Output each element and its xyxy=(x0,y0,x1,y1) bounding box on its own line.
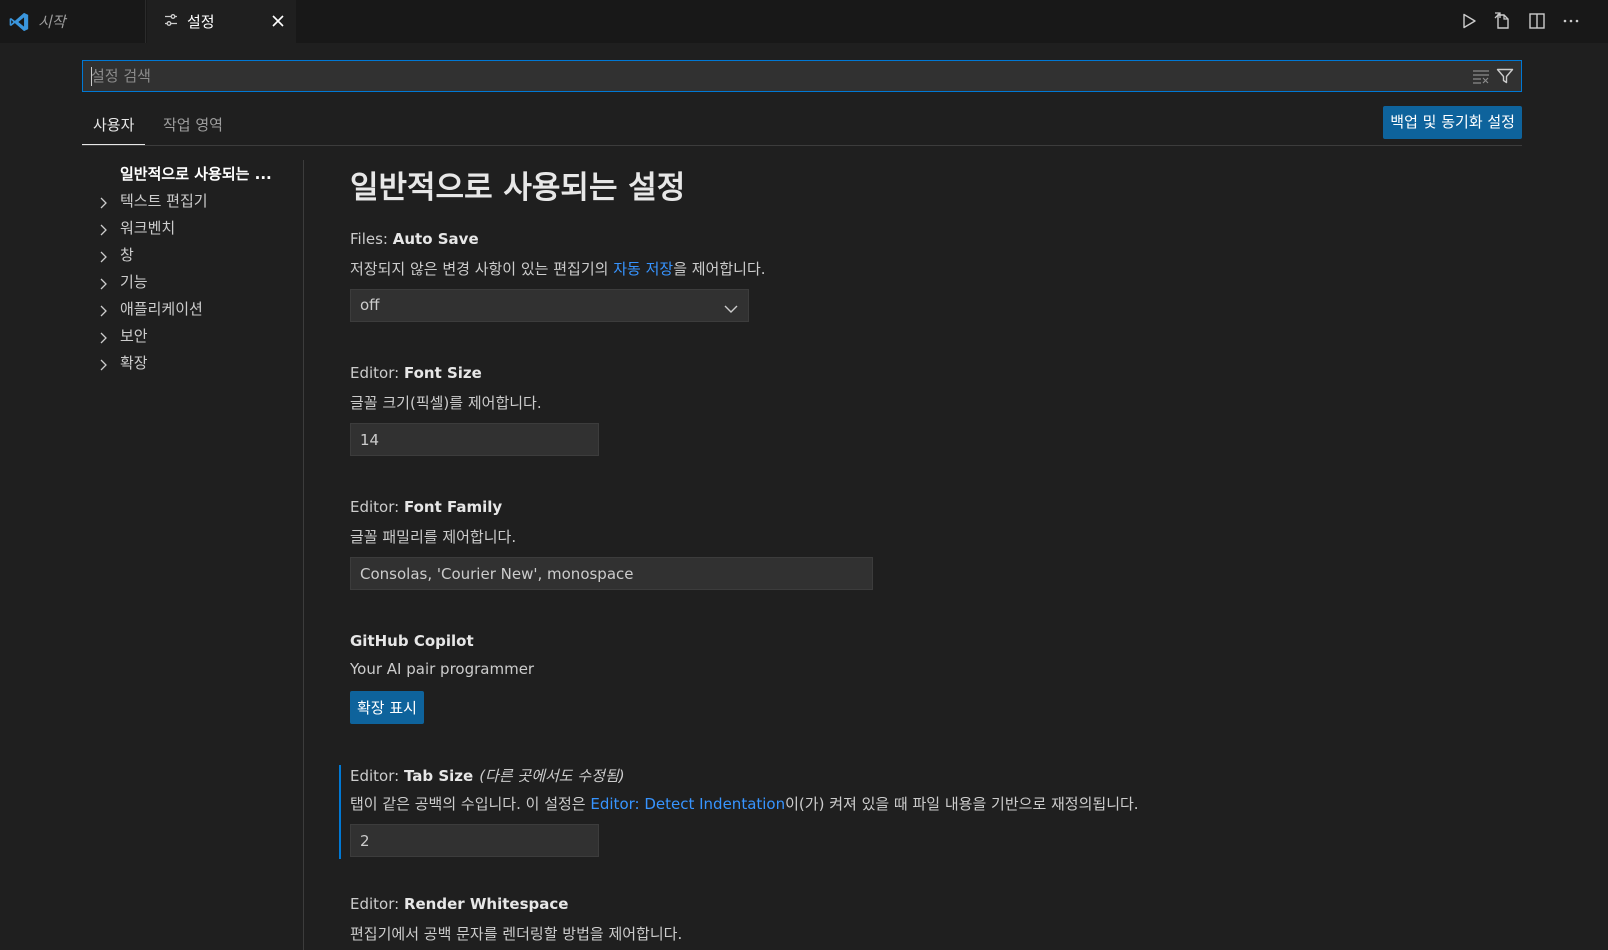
tab-workspace[interactable]: 작업 영역 xyxy=(152,114,234,145)
tab-start[interactable]: 시작 xyxy=(0,0,146,43)
settings-main: 일반적으로 사용되는 설정 Files: Auto Save 저장되지 않은 변… xyxy=(339,160,1580,950)
setting-category: Editor: xyxy=(350,364,404,382)
input-value: Consolas, 'Courier New', monospace xyxy=(360,565,634,583)
settings-scope-tabs: 사용자 작업 영역 백업 및 동기화 설정 xyxy=(82,106,1522,146)
setting-name: Auto Save xyxy=(392,230,479,248)
clear-search-icon[interactable] xyxy=(1472,68,1490,88)
chevron-right-icon xyxy=(98,330,108,344)
desc-text: 이(가) 켜져 있을 때 파일 내용을 기반으로 재정의됩니다. xyxy=(785,795,1139,813)
page-title: 일반적으로 사용되는 설정 xyxy=(350,170,686,206)
setting-title: Editor: Font Size xyxy=(350,364,1550,386)
setting-title: Files: Auto Save xyxy=(350,230,1550,252)
setting-title: Editor: Render Whitespace xyxy=(350,895,1550,917)
setting-name: GitHub Copilot xyxy=(350,632,474,650)
desc-text: 을 제어합니다. xyxy=(673,260,766,278)
auto-save-link[interactable]: 자동 저장 xyxy=(613,260,673,278)
detect-indentation-link[interactable]: Editor: Detect Indentation xyxy=(590,795,785,813)
toc-item-application[interactable]: 애플리케이션 xyxy=(82,295,302,322)
close-icon[interactable] xyxy=(269,12,287,30)
tab-size-input[interactable]: 2 xyxy=(350,824,599,857)
toc-item-label: 텍스트 편집기 xyxy=(120,192,208,210)
setting-category: Files: xyxy=(350,230,393,248)
select-value: off xyxy=(360,296,380,314)
tab-start-label: 시작 xyxy=(38,13,66,31)
run-icon[interactable] xyxy=(1458,10,1480,32)
setting-files-auto-save: Files: Auto Save 저장되지 않은 변경 사항이 있는 편집기의 … xyxy=(350,230,1550,322)
toc-item-window[interactable]: 창 xyxy=(82,241,302,268)
chevron-right-icon xyxy=(98,249,108,263)
toc-item-security[interactable]: 보안 xyxy=(82,322,302,349)
font-family-input[interactable]: Consolas, 'Courier New', monospace xyxy=(350,557,873,590)
toc-item-extensions[interactable]: 확장 xyxy=(82,349,302,376)
open-settings-json-icon[interactable] xyxy=(1492,10,1514,32)
settings-search-box xyxy=(82,60,1522,92)
setting-description: 글꼴 패밀리를 제어합니다. xyxy=(350,528,517,546)
toc-item-features[interactable]: 기능 xyxy=(82,268,302,295)
chevron-down-icon xyxy=(724,300,738,318)
toc-item-label: 기능 xyxy=(120,273,148,291)
setting-description: 편집기에서 공백 문자를 렌더링할 방법을 제어합니다. xyxy=(350,925,683,943)
chevron-right-icon xyxy=(98,303,108,317)
setting-category: Editor: xyxy=(350,498,404,516)
show-extension-button[interactable]: 확장 표시 xyxy=(350,691,424,724)
setting-description: 글꼴 크기(픽셀)를 제어합니다. xyxy=(350,394,542,412)
setting-github-copilot: GitHub Copilot Your AI pair programmer 확… xyxy=(350,632,1550,724)
setting-editor-font-size: Editor: Font Size 글꼴 크기(픽셀)를 제어합니다. 14 xyxy=(350,364,1550,456)
setting-editor-render-whitespace: Editor: Render Whitespace 편집기에서 공백 문자를 렌… xyxy=(350,895,1550,945)
toc-item-label: 일반적으로 사용되는 ... xyxy=(120,165,272,183)
toc-item-label: 워크벤치 xyxy=(120,219,176,237)
chevron-right-icon xyxy=(98,195,108,209)
input-value: 14 xyxy=(360,431,380,449)
backup-sync-button[interactable]: 백업 및 동기화 설정 xyxy=(1383,106,1522,139)
toc-item-commonly-used[interactable]: 일반적으로 사용되는 ... xyxy=(82,160,302,187)
filter-icon[interactable] xyxy=(1496,67,1514,89)
toc-item-text-editor[interactable]: 텍스트 편집기 xyxy=(82,187,302,214)
editor-actions xyxy=(1458,10,1582,32)
setting-category: Editor: xyxy=(350,895,404,913)
setting-description: 탭이 같은 공백의 수입니다. 이 설정은 Editor: Detect Ind… xyxy=(350,793,1550,815)
setting-editor-font-family: Editor: Font Family 글꼴 패밀리를 제어합니다. Conso… xyxy=(350,498,1550,590)
setting-name: Render Whitespace xyxy=(403,895,569,913)
toc-item-label: 창 xyxy=(120,246,134,264)
settings-sliders-icon xyxy=(164,13,178,27)
setting-title: Editor: Tab Size (다른 곳에서도 수정됨) xyxy=(350,765,1550,787)
setting-editor-tab-size: Editor: Tab Size (다른 곳에서도 수정됨) 탭이 같은 공백의 … xyxy=(339,765,1550,859)
toc-item-label: 보안 xyxy=(120,327,148,345)
modified-elsewhere-indicator[interactable]: (다른 곳에서도 수정됨) xyxy=(479,767,624,785)
text-caret xyxy=(91,67,92,86)
setting-description: Your AI pair programmer xyxy=(350,660,535,678)
chevron-right-icon xyxy=(98,222,108,236)
desc-text: 탭이 같은 공백의 수입니다. 이 설정은 xyxy=(350,795,591,813)
desc-text: 저장되지 않은 변경 사항이 있는 편집기의 xyxy=(350,260,614,278)
setting-name: Tab Size xyxy=(403,767,474,785)
settings-toc: 일반적으로 사용되는 ... 텍스트 편집기 워크벤치 창 기능 애플리케이션 … xyxy=(82,160,304,950)
setting-description: 저장되지 않은 변경 사항이 있는 편집기의 자동 저장을 제어합니다. xyxy=(350,258,1550,280)
auto-save-select[interactable]: off xyxy=(350,289,749,322)
toc-item-label: 확장 xyxy=(120,354,148,372)
setting-name: Font Family xyxy=(403,498,503,516)
setting-title: Editor: Font Family xyxy=(350,498,1550,520)
input-value: 2 xyxy=(360,832,370,850)
editor-tab-bar: 시작 설정 xyxy=(0,0,1608,43)
tab-settings-label: 설정 xyxy=(187,13,215,31)
tab-settings[interactable]: 설정 xyxy=(147,0,296,43)
setting-title: GitHub Copilot xyxy=(350,632,1550,654)
toc-item-label: 애플리케이션 xyxy=(120,300,203,318)
chevron-right-icon xyxy=(98,276,108,290)
toc-item-workbench[interactable]: 워크벤치 xyxy=(82,214,302,241)
more-actions-icon[interactable] xyxy=(1560,10,1582,32)
tab-user[interactable]: 사용자 xyxy=(82,114,146,145)
split-editor-icon[interactable] xyxy=(1526,10,1548,32)
settings-search-input[interactable] xyxy=(91,61,1431,91)
setting-name: Font Size xyxy=(403,364,482,382)
font-size-input[interactable]: 14 xyxy=(350,423,599,456)
setting-category: Editor: xyxy=(350,767,404,785)
chevron-right-icon xyxy=(98,357,108,371)
vscode-logo-icon xyxy=(8,11,30,33)
